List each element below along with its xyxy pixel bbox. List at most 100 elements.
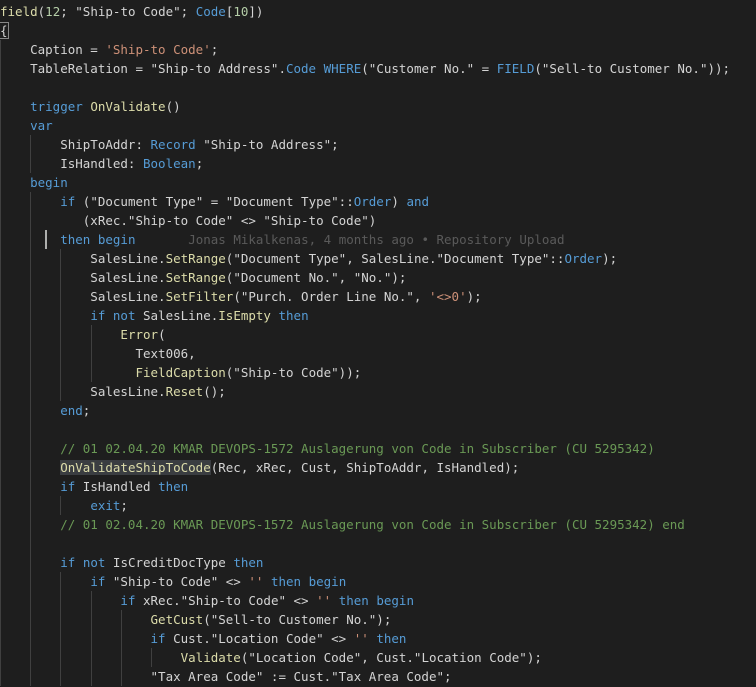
code-token: then [338,593,369,608]
code-token: Reset [165,384,204,399]
code-token: SalesLine. [0,289,166,304]
code-token: if [150,631,166,646]
code-token: then [376,631,407,646]
code-token: ("Document Type" = "Document Type":: [75,194,354,209]
code-token: ; "Ship-to Code"; [60,4,196,19]
code-token: xRec."Ship-to Code" <> [135,593,317,608]
code-line: Text006, [0,344,195,363]
code-line: GetCust("Sell-to Customer No."); [0,610,392,629]
code-token: IsCreditDocType [105,555,234,570]
code-line: SalesLine.SetRange("Document Type", Sale… [0,249,617,268]
code-token: then [233,555,264,570]
code-line: var [0,116,53,135]
code-token: // 01 02.04.20 KMAR DEVOPS-1572 Auslager… [0,441,655,456]
code-token: ("Document Type", SalesLine."Document Ty… [225,251,565,266]
code-token: 10 [233,4,249,19]
code-token: ("Sell-to Customer No.")); [534,61,731,76]
code-token: FIELD [496,61,535,76]
code-token: (Rec, xRec, Cust, ShipToAddr, IsHandled)… [210,460,520,475]
code-token: var [30,118,53,133]
git-blame-annotation: Jonas Mikalkenas, 4 months ago • Reposit… [188,232,565,247]
code-token: 'Ship-to Code' [105,42,211,57]
code-line: if not SalesLine.IsEmpty then [0,306,308,325]
code-line: SalesLine.Reset(); [0,382,226,401]
code-token: then [60,232,91,247]
code-token: ]) [248,4,264,19]
code-token: Error [120,327,159,342]
code-token: '' [248,574,264,589]
code-token: IsEmpty [218,308,271,323]
code-token: ShipToAddr: [0,137,151,152]
code-token: ; [210,42,219,57]
code-token: ("Purch. Order Line No.", [233,289,429,304]
code-line: then begin Jonas Mikalkenas, 4 months ag… [0,230,564,249]
code-line: Error( [0,325,165,344]
code-editor[interactable]: field(12; "Ship-to Code"; Code[10]){ Cap… [0,0,756,687]
code-token: "Tax Area Code" := Cust."Tax Area Code"; [0,669,452,684]
code-token: and [406,194,430,209]
code-token: Code [285,61,317,76]
code-line: if ("Document Type" = "Document Type"::O… [0,192,429,211]
code-token: if [60,555,76,570]
code-token: "Ship-to Code" <> [105,574,249,589]
code-token: ("Location Code", Cust."Location Code"); [240,650,542,665]
code-token: SetRange [165,270,226,285]
code-line: if Cust."Location Code" <> '' then [0,629,407,648]
code-token: SetFilter [165,289,234,304]
code-token: Validate [180,650,241,665]
code-token: then [270,574,302,589]
code-token: begin [97,232,136,247]
code-token: '' [316,593,332,608]
code-line: SalesLine.SetRange("Document No.", "No."… [0,268,406,287]
code-token: (); [203,384,226,399]
code-token: begin [376,593,414,608]
code-line: (xRec."Ship-to Code" <> "Ship-to Code") [0,211,377,230]
code-token: field [0,4,38,19]
code-line: TableRelation = "Ship-to Address".Code W… [0,59,730,78]
code-token: not [82,555,106,570]
highlighted-token: OnValidateShipToCode [60,460,211,475]
code-token: FieldCaption [135,365,226,380]
code-line: "Tax Area Code" := Cust."Tax Area Code"; [0,667,452,686]
code-line: field(12; "Ship-to Code"; Code[10]) [0,2,263,21]
code-token: ("Ship-to Code")); [225,365,362,380]
code-line: // 01 02.04.20 KMAR DEVOPS-1572 Auslager… [0,439,655,458]
code-token: // 01 02.04.20 KMAR DEVOPS-1572 Auslager… [0,517,685,532]
code-line: trigger OnValidate() [0,97,181,116]
code-line: OnValidateShipToCode(Rec, xRec, Cust, Sh… [0,458,519,477]
code-line: SalesLine.SetFilter("Purch. Order Line N… [0,287,481,306]
code-token: (xRec."Ship-to Code" <> "Ship-to Code") [0,213,377,228]
code-token: begin [30,175,68,190]
code-token: SalesLine. [0,270,166,285]
code-token: '' [353,631,369,646]
code-line: end; [0,401,90,420]
code-token: Boolean [143,156,196,171]
code-line: if xRec."Ship-to Code" <> '' then begin [0,591,414,610]
code-line: ShipToAddr: Record "Ship-to Address"; [0,135,338,154]
code-token: () [165,99,181,114]
code-line: if IsHandled then [0,477,188,496]
code-token: ("Customer No." = [361,61,497,76]
code-token: SetRange [165,251,226,266]
code-token: 12 [45,4,61,19]
code-token: Caption = [0,42,106,57]
code-line: exit; [0,496,128,515]
code-token: not [112,308,136,323]
code-line: begin [0,173,68,192]
